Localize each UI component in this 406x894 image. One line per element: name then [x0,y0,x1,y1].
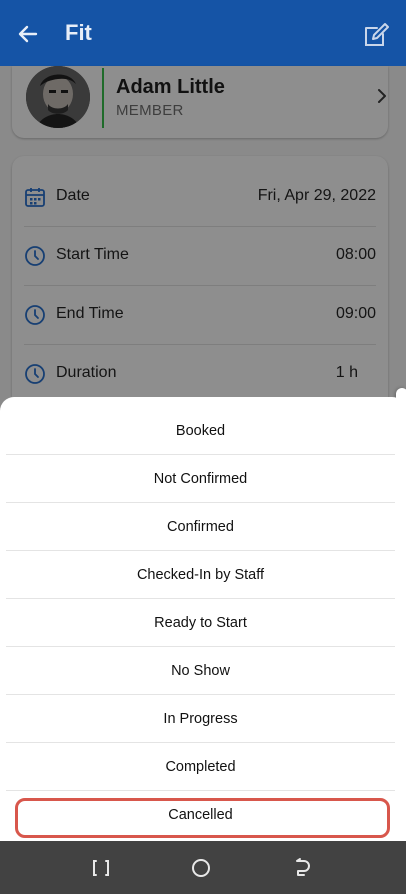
edit-icon[interactable] [363,22,389,48]
app-bar: Fit [0,0,406,66]
status-option-booked[interactable]: Booked [6,407,395,455]
member-divider [102,68,104,128]
status-option-completed[interactable]: Completed [6,743,395,791]
detail-row-start-time: Start Time 08:00 [24,227,376,286]
status-option-no-show[interactable]: No Show [6,647,395,695]
clock-icon [25,246,45,266]
detail-row-duration: Duration 1 h [24,345,376,403]
page-title: Fit [65,20,92,45]
status-option-confirmed[interactable]: Confirmed [6,503,395,551]
member-role: MEMBER [116,102,184,119]
chevron-right-icon [378,89,386,103]
status-option-not-confirmed[interactable]: Not Confirmed [6,455,395,503]
clock-icon [25,364,45,384]
detail-label: Duration [56,364,117,381]
detail-value: 08:00 [335,246,376,263]
detail-label: Date [56,187,90,204]
status-option-in-progress[interactable]: In Progress [6,695,395,743]
member-name: Adam Little [116,76,225,98]
detail-label: Start Time [56,246,129,263]
back-icon[interactable] [290,857,312,879]
member-card[interactable]: Adam Little MEMBER [12,66,388,138]
detail-row-date: Date Fri, Apr 29, 2022 [24,168,376,227]
arrow-left-icon[interactable] [16,22,40,46]
avatar [26,66,90,128]
calendar-icon [25,188,45,207]
clock-icon [25,305,45,325]
details-card: Date Fri, Apr 29, 2022 Start Time 08:00 … [12,156,388,416]
system-nav-bar [0,841,406,894]
detail-label: End Time [56,305,124,322]
status-option-ready-to-start[interactable]: Ready to Start [6,599,395,647]
detail-value: 1 h [335,364,358,381]
status-option-cancelled[interactable]: Cancelled [6,791,395,838]
recent-apps-icon[interactable] [90,857,112,879]
status-list: Booked Not Confirmed Confirmed Checked-I… [6,407,395,838]
status-bottom-sheet: Booked Not Confirmed Confirmed Checked-I… [0,397,406,841]
status-option-checked-in-by-staff[interactable]: Checked-In by Staff [6,551,395,599]
detail-value: Fri, Apr 29, 2022 [257,187,376,204]
detail-row-end-time: End Time 09:00 [24,286,376,345]
detail-value: 09:00 [335,305,376,322]
home-icon[interactable] [190,857,212,879]
